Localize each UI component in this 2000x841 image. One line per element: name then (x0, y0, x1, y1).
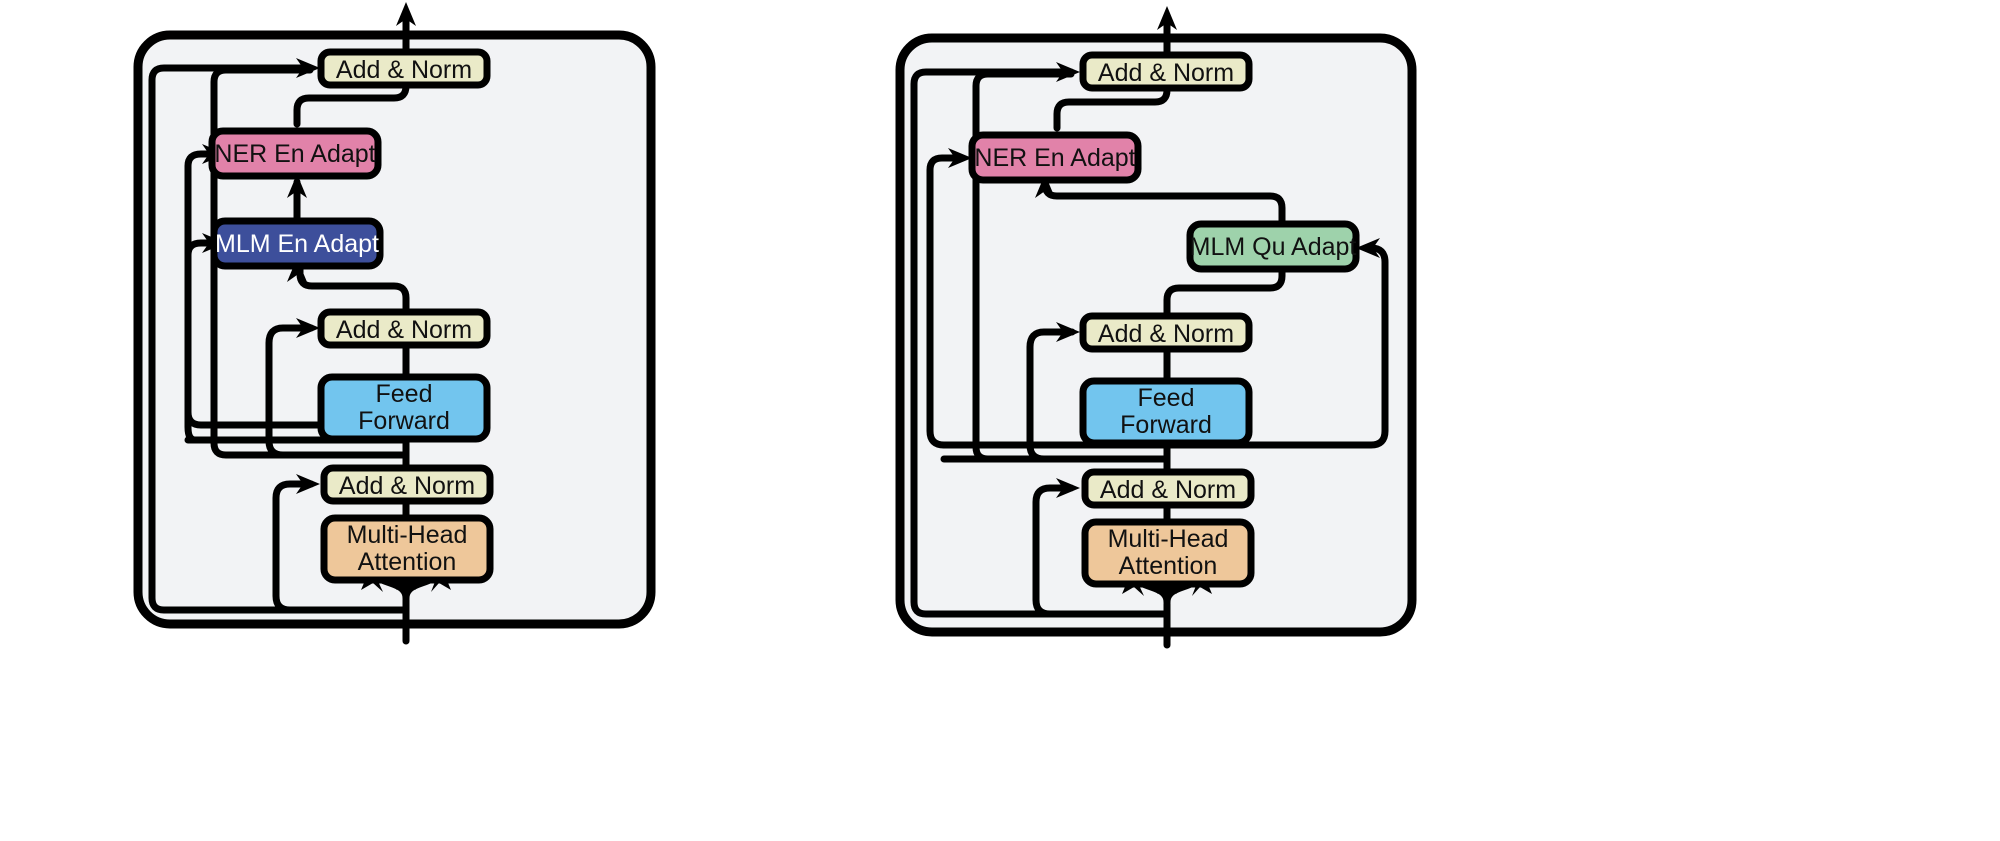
left-node-addnorm-mid[interactable]: Add & Norm (317, 308, 491, 349)
right-node-attention[interactable]: Multi-Head Attention (1081, 518, 1255, 588)
right-node-addnorm-top[interactable]: Add & Norm (1079, 51, 1253, 92)
right-feedforward-label-2: Forward (1120, 411, 1212, 439)
architecture-diagram: Add & Norm NER En Adapt MLM En Adapt Add… (133, 2, 1417, 649)
right-mlm-adapt-label: MLM Qu Adapt (1190, 233, 1357, 261)
left-ner-adapt-label: NER En Adapt (214, 140, 375, 168)
left-node-addnorm-bot[interactable]: Add & Norm (320, 464, 494, 505)
left-feedforward-label-2: Forward (358, 407, 450, 435)
right-addnorm-bot-label: Add & Norm (1100, 476, 1236, 504)
right-addnorm-mid-label: Add & Norm (1098, 320, 1234, 348)
right-node-addnorm-mid[interactable]: Add & Norm (1079, 312, 1253, 353)
left-addnorm-top-label: Add & Norm (336, 56, 472, 84)
left-node-ner-adapt[interactable]: NER En Adapt (208, 127, 382, 180)
right-attention-label-1: Multi-Head (1108, 525, 1229, 553)
right-node-feedforward[interactable]: Feed Forward (1079, 377, 1253, 447)
right-addnorm-top-label: Add & Norm (1098, 59, 1234, 87)
right-encoder-panel: Add & Norm NER En Adapt MLM Qu Adapt Add… (895, 6, 1417, 649)
left-node-mlm-adapt[interactable]: MLM En Adapt (210, 217, 384, 270)
right-node-addnorm-bot[interactable]: Add & Norm (1081, 468, 1255, 509)
left-node-addnorm-top[interactable]: Add & Norm (317, 48, 491, 89)
right-feedforward-label-1: Feed (1138, 384, 1195, 412)
left-addnorm-mid-label: Add & Norm (336, 316, 472, 344)
left-node-attention[interactable]: Multi-Head Attention (320, 514, 494, 584)
right-node-ner-adapt[interactable]: NER En Adapt (968, 131, 1142, 184)
right-node-mlm-adapt[interactable]: MLM Qu Adapt (1186, 220, 1360, 273)
left-attention-label-2: Attention (358, 548, 457, 576)
right-ner-adapt-label: NER En Adapt (974, 144, 1135, 172)
left-mlm-adapt-label: MLM En Adapt (215, 230, 379, 258)
figure-canvas: Add & Norm NER En Adapt MLM En Adapt Add… (0, 0, 2000, 841)
left-node-feedforward[interactable]: Feed Forward (317, 373, 491, 443)
left-feedforward-label-1: Feed (376, 380, 433, 408)
right-attention-label-2: Attention (1119, 552, 1218, 580)
left-encoder-panel: Add & Norm NER En Adapt MLM En Adapt Add… (133, 2, 656, 645)
left-addnorm-bot-label: Add & Norm (339, 472, 475, 500)
left-attention-label-1: Multi-Head (347, 521, 468, 549)
